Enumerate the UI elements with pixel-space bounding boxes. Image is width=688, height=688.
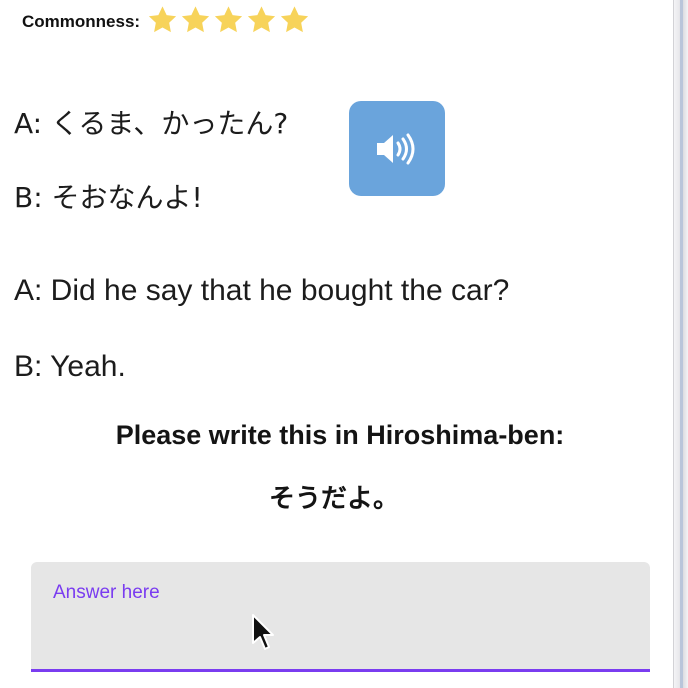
play-audio-button[interactable] <box>349 101 445 196</box>
english-line-b: B: Yeah. <box>14 350 126 383</box>
speaker-icon <box>375 131 419 167</box>
answer-label: Answer here <box>53 582 160 603</box>
quiz-screen: Commonness: A: くるま、かったん? B: そおなんよ! A: Di… <box>0 0 688 688</box>
japanese-line-b: B: そおなんよ! <box>14 181 203 214</box>
answer-input[interactable] <box>51 610 635 652</box>
commonness-label: Commonness: <box>22 12 141 31</box>
english-line-a: A: Did he say that he bought the car? <box>14 274 510 307</box>
japanese-line-a: A: くるま、かったん? <box>14 107 289 140</box>
commonness-rating: Commonness: <box>22 2 311 42</box>
star-rating <box>146 4 311 36</box>
star-icon <box>278 4 311 36</box>
star-icon <box>146 4 179 36</box>
star-icon <box>245 4 278 36</box>
prompt-instruction: Please write this in Hiroshima-ben: <box>115 420 565 450</box>
scrollbar[interactable] <box>673 0 688 688</box>
target-phrase: そうだよ。 <box>268 484 399 514</box>
star-icon <box>179 4 212 36</box>
answer-field[interactable]: Answer here <box>31 562 650 672</box>
star-icon <box>212 4 245 36</box>
